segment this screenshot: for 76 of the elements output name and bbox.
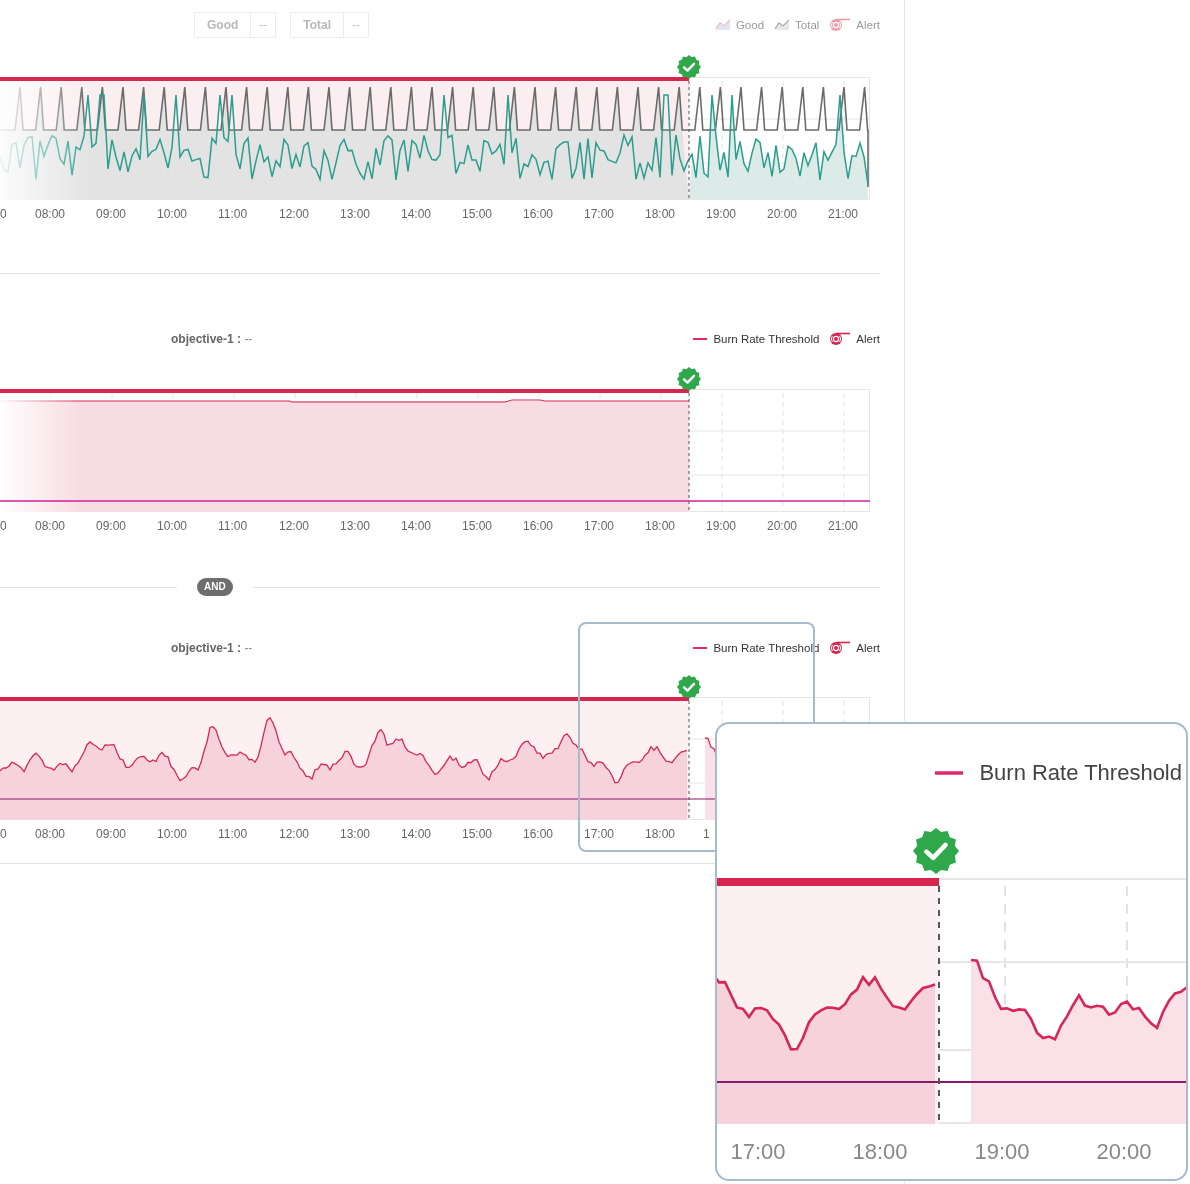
filter-chip[interactable]: Total -- xyxy=(290,12,370,38)
axis-label: 20:00 xyxy=(1096,1139,1152,1165)
legend-label: Good xyxy=(735,19,765,31)
legend-label: Alert xyxy=(856,333,880,345)
axis-label: 10:00 xyxy=(157,827,188,841)
axis-label: 09:00 xyxy=(96,519,127,533)
axis-label: 16:00 xyxy=(523,827,554,841)
alert-icon xyxy=(829,18,852,32)
axis-label: 12:00 xyxy=(279,207,310,221)
objective-value: -- xyxy=(244,641,253,655)
area-chart-icon xyxy=(714,19,731,31)
axis-label: 13:00 xyxy=(340,207,371,221)
axis-label: 16:00 xyxy=(523,519,554,533)
filter-value: -- xyxy=(351,18,362,32)
axis-label: 18:00 xyxy=(852,1139,908,1165)
axis-label: 10:00 xyxy=(157,519,188,533)
axis-label: 10:00 xyxy=(157,207,188,221)
axis-label: 0 xyxy=(0,207,7,221)
filter-value: -- xyxy=(258,18,269,32)
axis-label: 0 xyxy=(0,519,7,533)
axis-label: 11:00 xyxy=(218,827,248,841)
axis-label: 18:00 xyxy=(645,827,676,841)
axis-label: 17:00 xyxy=(584,207,615,221)
axis-label: 09:00 xyxy=(96,827,127,841)
axis-label: 18:00 xyxy=(645,519,676,533)
axis-label: 14:00 xyxy=(401,827,432,841)
axis-label: 11:00 xyxy=(218,519,248,533)
axis-label: 13:00 xyxy=(340,827,371,841)
axis-label: 08:00 xyxy=(35,827,66,841)
legend-label: Burn Rate Threshold xyxy=(713,333,820,345)
filter-label: Total xyxy=(291,13,345,37)
axis-label: 17:00 xyxy=(584,827,615,841)
objective-value: -- xyxy=(244,332,253,346)
axis-label: 19:00 xyxy=(706,519,737,533)
legend-label: Alert xyxy=(856,19,880,31)
alert-icon xyxy=(829,332,852,346)
check-badge-icon xyxy=(677,55,701,79)
axis-label: 15:00 xyxy=(462,827,493,841)
legend-label: Total xyxy=(795,19,820,31)
line-chart-icon xyxy=(774,19,791,31)
alert-icon xyxy=(829,641,852,655)
axis-label: 12:00 xyxy=(279,827,310,841)
axis-label: 12:00 xyxy=(279,519,310,533)
axis-label: 15:00 xyxy=(462,207,493,221)
axis-label: 20:00 xyxy=(767,207,798,221)
objective-label: objective-1 : xyxy=(171,641,242,655)
check-badge-icon xyxy=(913,828,959,874)
axis-label: 16:00 xyxy=(523,207,554,221)
axis-label: 08:00 xyxy=(35,519,66,533)
axis-label: 21:00 xyxy=(828,207,859,221)
filter-chip[interactable]: Good -- xyxy=(194,12,277,38)
axis-label: 17:00 xyxy=(730,1139,786,1165)
axis-label: 09:00 xyxy=(96,207,127,221)
axis-label: 21:00 xyxy=(828,519,859,533)
axis-label: 19:00 xyxy=(706,207,737,221)
axis-label: 14:00 xyxy=(401,207,432,221)
check-badge-icon xyxy=(677,367,701,391)
axis-label: 17:00 xyxy=(584,519,615,533)
check-badge-icon xyxy=(677,675,701,699)
operator-badge: AND xyxy=(197,578,233,596)
legend-label: Alert xyxy=(856,642,880,654)
axis-label: 18:00 xyxy=(645,207,676,221)
legend-label: Burn Rate Threshold xyxy=(713,642,820,654)
axis-label: 19:00 xyxy=(974,1139,1030,1165)
axis-label: 0 xyxy=(0,827,7,841)
axis-label: 08:00 xyxy=(35,207,66,221)
legend-label: Burn Rate Threshold xyxy=(979,760,1182,786)
axis-label: 1 xyxy=(703,827,710,841)
filter-label: Good xyxy=(195,13,252,37)
objective-label: objective-1 : xyxy=(171,332,242,346)
axis-label: 20:00 xyxy=(767,519,798,533)
axis-label: 15:00 xyxy=(462,519,493,533)
axis-label: 14:00 xyxy=(401,519,432,533)
line-swatch-icon xyxy=(935,770,964,776)
axis-label: 11:00 xyxy=(218,207,248,221)
axis-label: 13:00 xyxy=(340,519,371,533)
